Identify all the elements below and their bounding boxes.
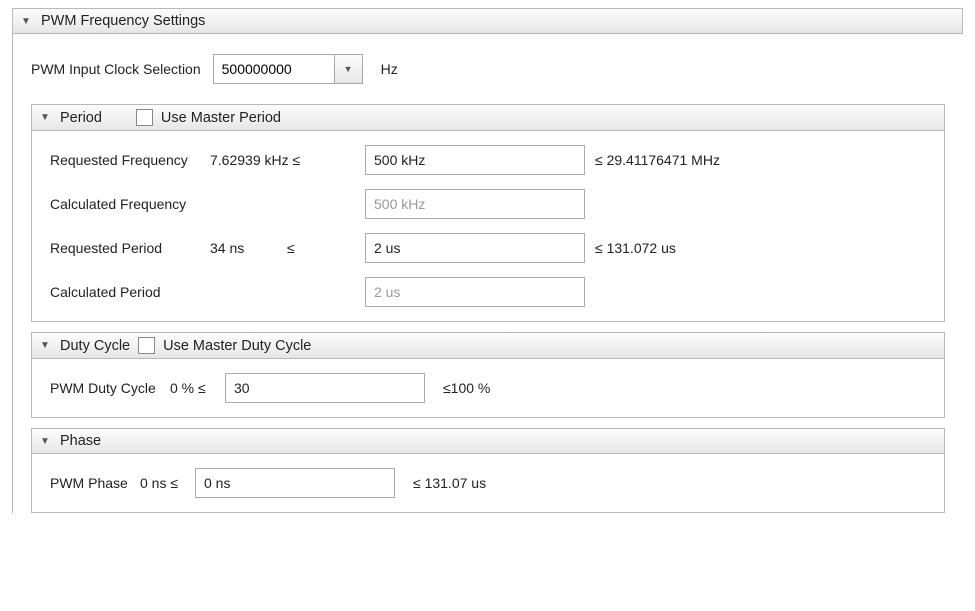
calculated-period-output [365, 277, 585, 307]
phase-title: Phase [60, 433, 101, 449]
phase-min: 0 ns ≤ [140, 475, 195, 491]
caret-down-icon: ▼ [21, 16, 33, 27]
period-panel: ▼ Period Use Master Period Requested Fre… [31, 104, 945, 322]
requested-frequency-max: ≤ 29.41176471 MHz [585, 152, 720, 168]
duty-cycle-max: ≤100 % [425, 380, 490, 396]
panel-title: PWM Frequency Settings [41, 13, 205, 29]
duty-cycle-label: PWM Duty Cycle [50, 380, 170, 396]
pwm-frequency-settings-panel: ▼ PWM Frequency Settings PWM Input Clock… [12, 8, 963, 513]
duty-cycle-input[interactable] [225, 373, 425, 403]
panel-header-period[interactable]: ▼ Period Use Master Period [32, 105, 944, 131]
duty-cycle-min: 0 % ≤ [170, 380, 225, 396]
period-title: Period [60, 110, 102, 126]
phase-input[interactable] [195, 468, 395, 498]
use-master-period-checkbox[interactable] [136, 109, 153, 126]
use-master-duty-checkbox[interactable] [138, 337, 155, 354]
caret-down-icon: ▼ [344, 64, 353, 74]
requested-period-input[interactable] [365, 233, 585, 263]
requested-frequency-input[interactable] [365, 145, 585, 175]
duty-title: Duty Cycle [60, 338, 130, 354]
input-clock-unit: Hz [381, 61, 398, 77]
requested-period-max: ≤ 131.072 us [585, 240, 676, 256]
input-clock-combo[interactable]: ▼ [213, 54, 363, 84]
caret-down-icon: ▼ [40, 112, 52, 123]
calculated-frequency-label: Calculated Frequency [50, 196, 210, 212]
calculated-frequency-output [365, 189, 585, 219]
requested-period-label: Requested Period [50, 240, 210, 256]
calculated-period-label: Calculated Period [50, 284, 210, 300]
phase-label: PWM Phase [50, 475, 140, 491]
panel-header-phase[interactable]: ▼ Phase [32, 429, 944, 454]
caret-down-icon: ▼ [40, 340, 52, 351]
input-clock-dropdown-button[interactable]: ▼ [334, 55, 362, 83]
requested-frequency-label: Requested Frequency [50, 152, 210, 168]
input-clock-label: PWM Input Clock Selection [31, 61, 201, 77]
duty-cycle-panel: ▼ Duty Cycle Use Master Duty Cycle PWM D… [31, 332, 945, 418]
panel-header-main[interactable]: ▼ PWM Frequency Settings [13, 8, 963, 34]
input-clock-row: PWM Input Clock Selection ▼ Hz [31, 54, 945, 84]
requested-frequency-min: 7.62939 kHz ≤ [210, 152, 365, 168]
panel-header-duty[interactable]: ▼ Duty Cycle Use Master Duty Cycle [32, 333, 944, 359]
caret-down-icon: ▼ [40, 436, 52, 447]
use-master-duty-label: Use Master Duty Cycle [163, 338, 311, 354]
phase-panel: ▼ Phase PWM Phase 0 ns ≤ ≤ 131.07 us [31, 428, 945, 513]
phase-max: ≤ 131.07 us [395, 475, 486, 491]
use-master-period-label: Use Master Period [161, 110, 281, 126]
requested-period-min: 34 ns ≤ [210, 240, 365, 256]
input-clock-value[interactable] [214, 55, 334, 83]
